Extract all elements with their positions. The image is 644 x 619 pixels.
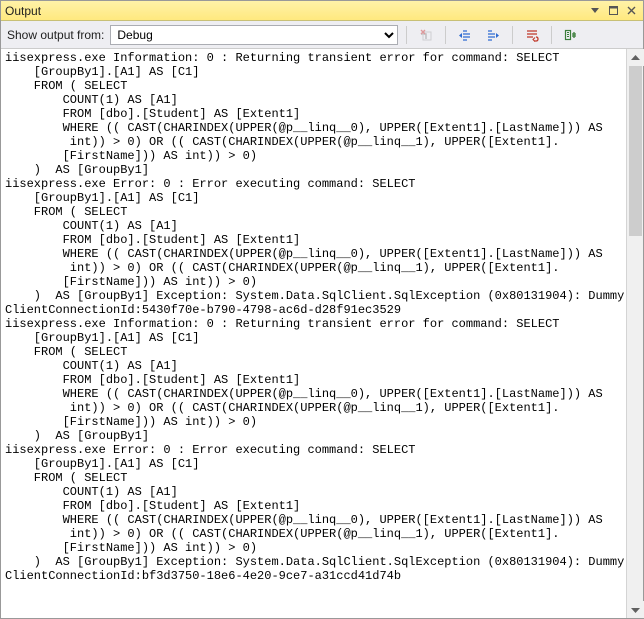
toolbar-separator — [512, 26, 513, 44]
toggle-word-wrap-button[interactable] — [521, 24, 543, 46]
panel-title: Output — [5, 4, 587, 18]
clear-all-button — [415, 24, 437, 46]
toolbar: Show output from: Debug — [1, 21, 643, 49]
output-text[interactable]: iisexpress.exe Information: 0 : Returnin… — [1, 49, 626, 618]
toolbar-separator — [406, 26, 407, 44]
toolbar-separator — [551, 26, 552, 44]
scrollbar-thumb[interactable] — [629, 66, 642, 236]
title-bar: Output — [1, 1, 643, 21]
indent-right-button[interactable] — [482, 24, 504, 46]
output-options-button[interactable] — [560, 24, 582, 46]
vertical-scrollbar[interactable] — [626, 49, 643, 618]
output-source-select[interactable]: Debug — [110, 25, 398, 45]
window-menu-button[interactable] — [587, 4, 603, 18]
window-controls — [587, 4, 639, 18]
scroll-up-button[interactable] — [627, 49, 644, 66]
scroll-down-button[interactable] — [627, 601, 644, 618]
content-area: iisexpress.exe Information: 0 : Returnin… — [1, 49, 643, 618]
toolbar-separator — [445, 26, 446, 44]
indent-left-button[interactable] — [454, 24, 476, 46]
close-button[interactable] — [623, 4, 639, 18]
show-output-from-label: Show output from: — [7, 28, 104, 42]
output-panel: Output Show output from: Debug — [0, 0, 644, 619]
maximize-button[interactable] — [605, 4, 621, 18]
